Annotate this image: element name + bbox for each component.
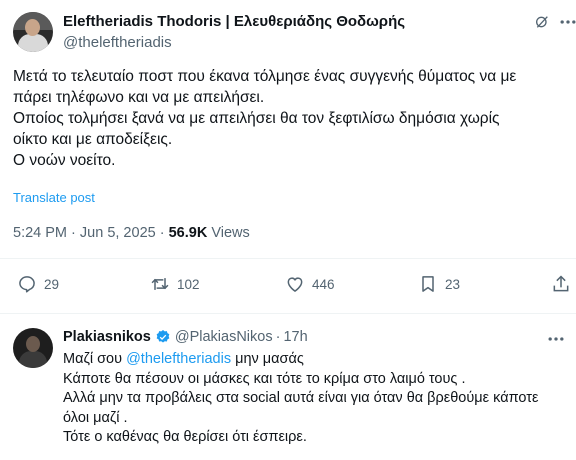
repost-count: 102 (177, 276, 200, 292)
author-handle[interactable]: @theleftheriadis (63, 34, 172, 51)
reply-author-avatar[interactable] (13, 328, 53, 368)
reply-button[interactable]: 29 (17, 270, 59, 298)
like-icon (287, 277, 303, 292)
verified-badge-icon (156, 330, 170, 343)
reply-time[interactable]: 17h (283, 329, 307, 345)
meta-separator: · (159, 225, 165, 241)
bookmark-count: 23 (445, 276, 461, 292)
tweet-text-line: Μετά το τελευταίο ποστ που έκανα τόλμησε… (13, 68, 517, 85)
meta-separator: · (71, 225, 76, 241)
tweet-text-line: Ο νοών νοείτο. (13, 152, 116, 169)
action-bar: 29 102 446 23 (0, 270, 576, 300)
reply-text-line: όλοι μαζί . (63, 409, 128, 426)
reply-text: Μαζί σου @theleftheriadis μην μασάς Κάπο… (63, 350, 538, 448)
mention-link[interactable]: @theleftheriadis (126, 351, 231, 367)
reply-text-prefix: Μαζί σου (63, 351, 127, 367)
grok-icon[interactable] (534, 14, 550, 30)
reply-icon (19, 276, 35, 293)
tweet-text-line: πάρει τηλέφωνο και να με απειλήσει. (13, 89, 265, 106)
reply-author-handle[interactable]: @PlakiasNikos (175, 329, 273, 345)
reply-separator: · (275, 329, 281, 345)
like-button[interactable]: 446 (285, 270, 335, 298)
translate-post-link[interactable]: Translate post (13, 190, 95, 205)
tweet-time[interactable]: 5:24 PM (13, 225, 67, 241)
tweet-date[interactable]: Jun 5, 2025 (80, 225, 156, 241)
repost-icon (151, 278, 169, 290)
tweet-text: Μετά το τελευταίο ποστ που έκανα τόλμησε… (13, 66, 563, 171)
tweet-header: Eleftheriadis Thodoris | Ελευθεριάδης Θο… (13, 12, 576, 56)
more-icon[interactable] (558, 12, 576, 32)
share-icon (553, 275, 569, 292)
reply-text-suffix: μην μασάς (231, 351, 304, 367)
tweet-text-line: οίκτο και με αποδείξεις. (13, 131, 173, 148)
share-button[interactable] (551, 270, 576, 298)
reply-author-name[interactable]: Plakiasnikos (63, 329, 151, 345)
views-count: 56.9K (168, 225, 208, 241)
like-count: 446 (312, 276, 335, 292)
reply-text-line: Μαζί σου @theleftheriadis μην μασάς (63, 350, 538, 370)
author-avatar[interactable] (13, 12, 53, 52)
tweet-text-line: Οποίος τολμήσει ξανά να με απειλήσει θα … (13, 110, 500, 127)
more-icon[interactable] (546, 329, 566, 349)
author-name[interactable]: Eleftheriadis Thodoris | Ελευθεριάδης Θο… (63, 13, 405, 30)
views-label: Views (211, 225, 250, 241)
reply-text-line: Κάποτε θα πέσουν οι μάσκες και τότε το κ… (63, 370, 466, 387)
divider (0, 313, 576, 314)
repost-button[interactable]: 102 (150, 270, 200, 298)
reply-text-line: Αλλά μην τα προβάλεις στα social αυτά εί… (63, 390, 539, 406)
reply-text-line: Τότε ο καθένας θα θερίσει ότι έσπειρε. (63, 429, 307, 445)
reply-count: 29 (44, 276, 60, 292)
divider (0, 258, 576, 259)
bookmark-icon (422, 276, 434, 292)
bookmark-button[interactable]: 23 (418, 270, 460, 298)
tweet-meta: 5:24 PM · Jun 5, 2025 · 56.9K Views (13, 225, 250, 241)
reply-header: Plakiasnikos @PlakiasNikos · 17h (63, 329, 308, 345)
